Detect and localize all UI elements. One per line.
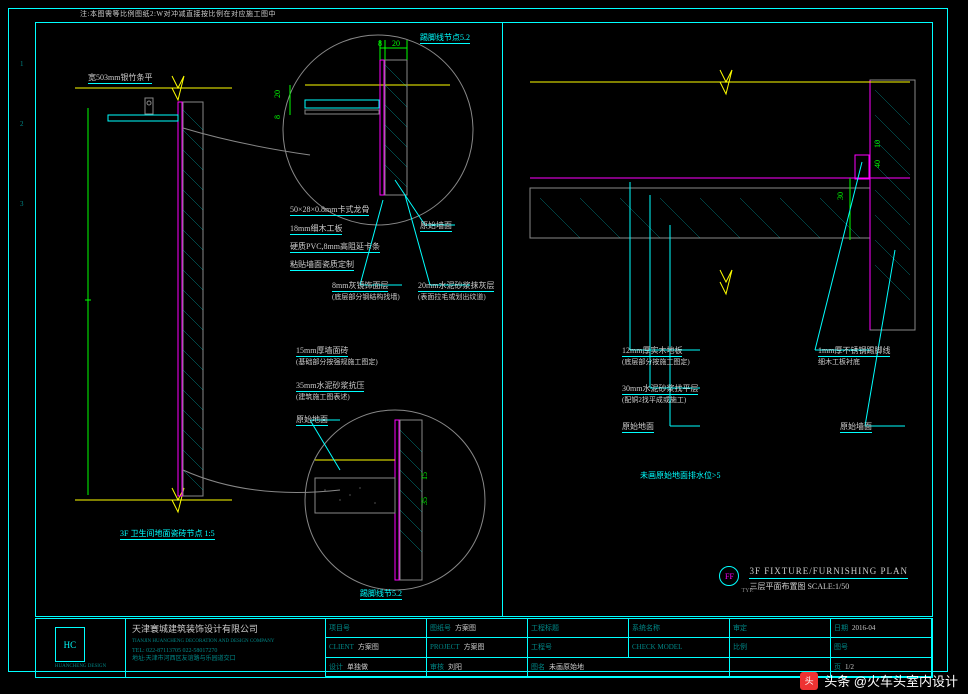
dim-40: 40	[873, 160, 882, 168]
label-l8b: (表面拉毛或划出纹道)	[418, 292, 486, 302]
dim-20: 20	[392, 39, 400, 48]
dim-8b: 8	[273, 115, 282, 119]
plan-title: FF TYP. 3F FIXTURE/FURNISHING PLAN 三层平面布…	[749, 566, 908, 592]
detail-circle-lower: 15 35	[305, 410, 485, 590]
plan-title-en: 3F FIXTURE/FURNISHING PLAN	[749, 566, 908, 579]
logo-sub: HUANCHENG DESIGN	[55, 664, 106, 669]
company-cell: 天津寰城建筑装饰设计有限公司 TIANJIN HUANCHENG DECORAT…	[126, 619, 326, 677]
label-l13: 30mm水泥砂浆找平层	[622, 383, 698, 394]
company-addr: 地址:天津市河西区友谊路与乐园道交口	[132, 655, 319, 663]
label-l10b: (建筑施工图表述)	[296, 392, 350, 402]
label-l6: 原始墙面	[420, 220, 452, 231]
company-tel: TEL: 022-87113705 022-58017270	[132, 647, 319, 655]
company-cn: 天津寰城建筑装饰设计有限公司	[132, 623, 319, 636]
wall-section-left	[75, 76, 340, 512]
title-grid: 项目号 图纸号方案图 工程标题 系统名称 审定 日期2016-04 CLIENT…	[326, 619, 932, 677]
label-l15: 1mm厚不锈钢踢脚线	[818, 345, 890, 356]
label-l9b: (基础部分按强规施工图定)	[296, 357, 378, 367]
dim-30: 30	[836, 192, 845, 200]
dim-10: 10	[873, 140, 882, 148]
label-l12: 12mm厚实木地板	[622, 345, 682, 356]
label-l17: 未画原始地面排水位>5	[640, 470, 721, 481]
detail-title-2: 踢脚线节点5.2	[420, 32, 470, 43]
label-l9: 15mm厚墙面砖	[296, 345, 348, 356]
label-l3: 18mm细木工板	[290, 223, 342, 234]
dim-35: 35	[420, 497, 429, 505]
toutiao-icon: 头	[800, 672, 818, 690]
label-l7: 8mm灰镜饰面层	[332, 280, 388, 291]
label-l4: 硬质PVC,8mm高阻延卡条	[290, 241, 380, 252]
label-l12b: (底层部分按施工图定)	[622, 357, 690, 367]
label-l10: 35mm水泥砂浆抗压	[296, 380, 364, 391]
dim-20b: 20	[273, 90, 282, 98]
label-l7b: (底层部分钢结构找墙)	[332, 292, 400, 302]
byline: 头 头条 @火车头室内设计	[800, 671, 958, 690]
label-l11: 原始地面	[296, 414, 328, 425]
logo-cell: HC HUANCHENG DESIGN	[36, 619, 126, 677]
right-section: 30 40 10	[530, 70, 915, 426]
label-l2: 50×28×0.8mm卡式龙骨	[290, 204, 369, 215]
byline-text: 头条 @火车头室内设计	[824, 671, 958, 690]
label-l16: 原始墙面	[840, 421, 872, 432]
dim-15: 15	[420, 472, 429, 480]
label-l15b: 细木工板衬底	[818, 357, 860, 367]
detail-title-3: 踢脚线节5.2	[360, 588, 402, 599]
detail-title-1: 3F 卫生间地面瓷砖节点 1:5	[120, 528, 215, 539]
label-l14: 原始地面	[622, 421, 654, 432]
label-l1: 宽503mm银竹条平	[88, 72, 152, 83]
logo-icon: HC	[55, 627, 85, 662]
label-l8: 20mm水泥砂浆抹灰层	[418, 280, 494, 291]
ff-badge-sub: TYP.	[741, 588, 753, 594]
company-en: TIANJIN HUANCHENG DECORATION AND DESIGN …	[132, 638, 319, 645]
label-l13b: (配铜2找平成或施工)	[622, 395, 686, 405]
dim-8: 8	[378, 39, 382, 48]
label-l5: 粘贴墙面瓷质定制	[290, 259, 354, 270]
title-block: HC HUANCHENG DESIGN 天津寰城建筑装饰设计有限公司 TIANJ…	[35, 618, 933, 678]
plan-title-cn: 三层平面布置图 SCALE:1/50	[749, 581, 908, 592]
